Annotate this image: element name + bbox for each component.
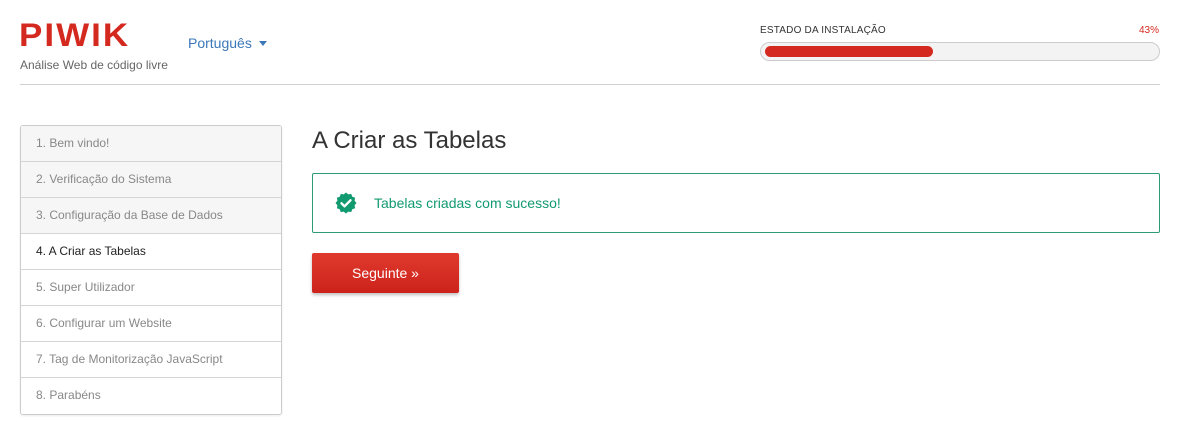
caret-down-icon — [258, 41, 267, 46]
tagline: Análise Web de código livre — [20, 58, 168, 72]
step-create-tables: 4. A Criar as Tabelas — [21, 234, 281, 270]
language-select-label: Português — [188, 35, 252, 51]
next-button[interactable]: Seguinte » — [312, 253, 459, 293]
page-title: A Criar as Tabelas — [312, 127, 507, 154]
step-super-user: 5. Super Utilizador — [21, 270, 281, 306]
header-divider — [20, 84, 1160, 85]
install-progress-fill — [765, 46, 933, 57]
header: PIWIK Análise Web de código livre Portug… — [0, 0, 1178, 86]
check-badge-icon — [335, 192, 357, 214]
success-notification: Tabelas criadas com sucesso! — [312, 173, 1160, 233]
install-progress-label: ESTADO DA INSTALAÇÃO — [760, 25, 886, 36]
language-select[interactable]: Português — [188, 35, 267, 51]
step-system-check: 2. Verificação do Sistema — [21, 162, 281, 198]
piwik-logo[interactable]: PIWIK — [19, 19, 130, 51]
success-message: Tabelas criadas com sucesso! — [374, 195, 561, 211]
step-javascript-tag: 7. Tag de Monitorização JavaScript — [21, 342, 281, 378]
step-welcome: 1. Bem vindo! — [21, 126, 281, 162]
install-steps-list: 1. Bem vindo! 2. Verificação do Sistema … — [20, 125, 282, 415]
step-database-setup: 3. Configuração da Base de Dados — [21, 198, 281, 234]
install-progress-bar — [760, 42, 1160, 61]
step-congratulations: 8. Parabéns — [21, 378, 281, 414]
install-progress-percent: 43% — [1138, 25, 1159, 36]
step-configure-website: 6. Configurar um Website — [21, 306, 281, 342]
